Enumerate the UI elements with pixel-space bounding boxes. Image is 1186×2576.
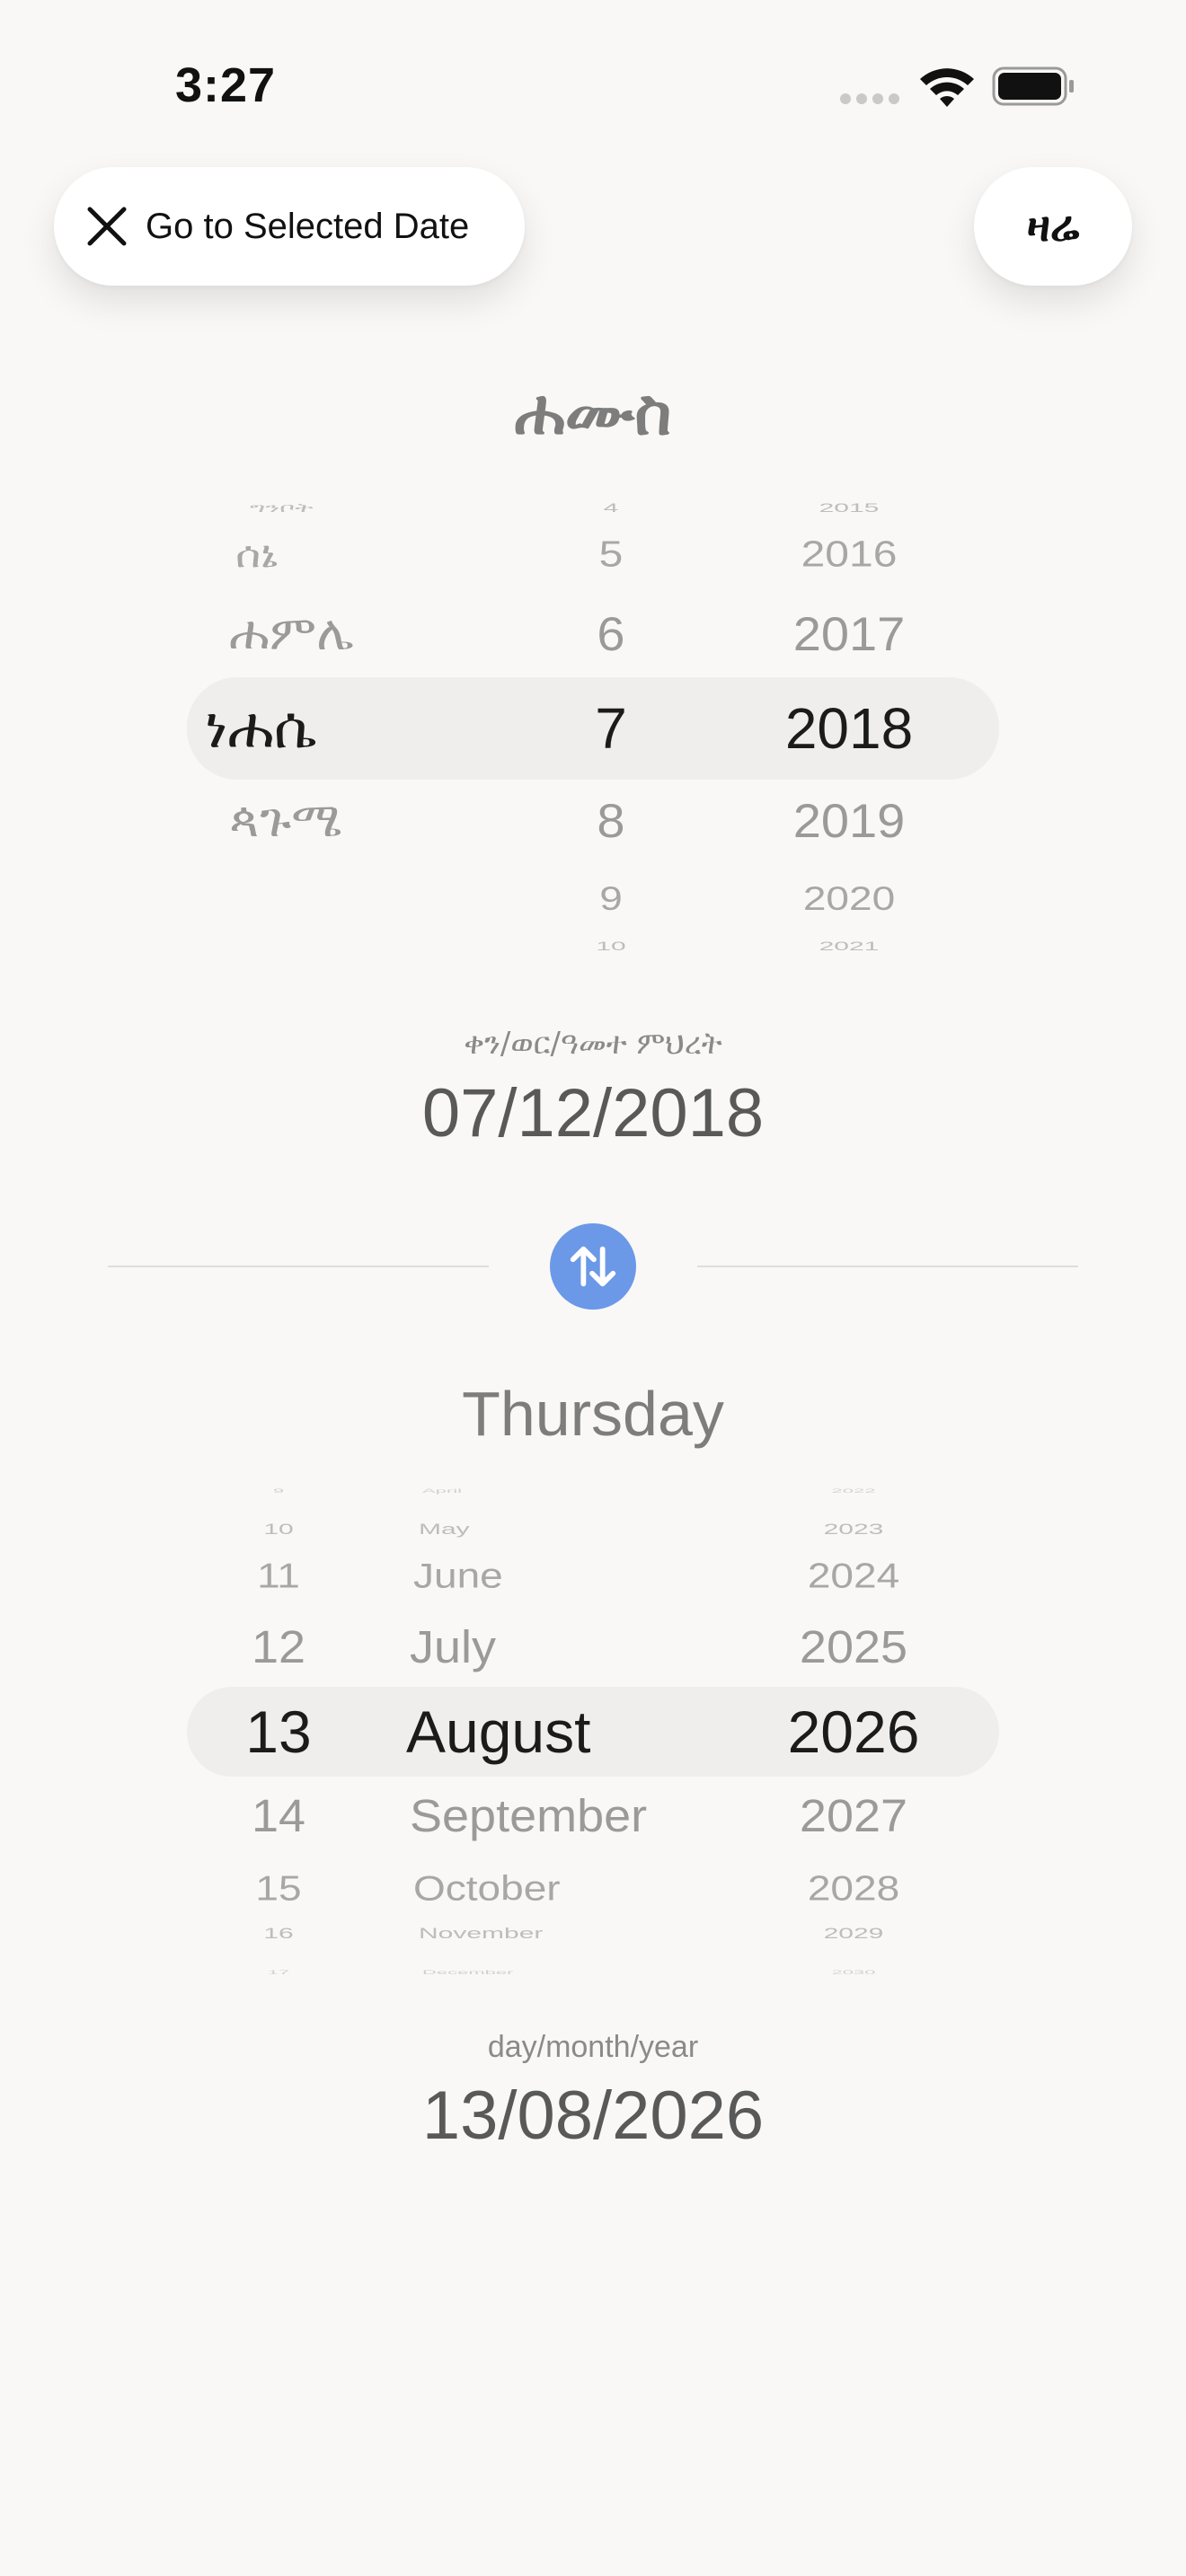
gregorian-year-option[interactable]: 2024 [808, 1557, 899, 1592]
swap-calendars-button[interactable] [550, 1223, 636, 1310]
swap-vertical-icon [570, 1246, 616, 1287]
ethiopian-format-label: ቀን/ወር/ዓመተ ምህረት [464, 1026, 722, 1062]
go-to-selected-date-label: Go to Selected Date [146, 206, 470, 246]
gregorian-year-option[interactable]: 2029 [824, 1926, 884, 1942]
gregorian-year-option-selected[interactable]: 2026 [788, 1702, 920, 1761]
ethiopian-year-option[interactable]: 2016 [801, 536, 898, 574]
wifi-icon [920, 68, 974, 107]
ethiopian-year-option[interactable]: 2017 [793, 610, 906, 657]
gregorian-weekday: Thursday [462, 1379, 724, 1449]
ethiopian-year-option[interactable]: 2015 [819, 502, 880, 515]
cellular-signal-icon [840, 93, 901, 104]
ethiopian-date-picker[interactable]: ግንቦት ሰኔ ሐምሌ ነሐሴ ጳጉሜ 4 5 6 7 8 9 10 2015 … [0, 485, 1186, 961]
ethiopian-year-wheel[interactable]: 2015 2016 2017 2018 2019 2020 2021 [0, 485, 1186, 961]
ethiopian-year-option[interactable]: 2021 [819, 940, 880, 953]
ethiopian-year-option-selected[interactable]: 2018 [785, 700, 913, 757]
gregorian-year-option[interactable]: 2022 [832, 1488, 876, 1495]
divider-right [697, 1266, 1078, 1267]
today-button-label: ዛሬ [1026, 200, 1080, 251]
gregorian-format-label: day/month/year [487, 2030, 699, 2064]
status-time: 3:27 [175, 58, 277, 112]
gregorian-year-option[interactable]: 2027 [800, 1793, 907, 1839]
battery-icon [992, 66, 1074, 106]
gregorian-date-picker[interactable]: 9 10 11 12 13 14 15 16 17 April May June… [0, 1482, 1186, 1976]
ethiopian-date-value: 07/12/2018 [421, 1075, 765, 1151]
divider-left [108, 1266, 489, 1267]
go-to-selected-date-button[interactable]: Go to Selected Date [54, 167, 525, 286]
ethiopian-year-option[interactable]: 2019 [793, 797, 906, 844]
ethiopian-year-option[interactable]: 2020 [803, 882, 895, 915]
gregorian-year-wheel[interactable]: 2022 2023 2024 2025 2026 2027 2028 2029 … [0, 1482, 1186, 1976]
today-button[interactable]: ዛሬ [974, 167, 1132, 286]
gregorian-year-option[interactable]: 2025 [800, 1624, 907, 1670]
gregorian-year-option[interactable]: 2030 [832, 1970, 876, 1976]
gregorian-year-option[interactable]: 2023 [824, 1522, 884, 1538]
gregorian-date-value: 13/08/2026 [421, 2078, 765, 2154]
ethiopian-weekday: ሐሙስ [514, 375, 672, 449]
gregorian-year-option[interactable]: 2028 [808, 1870, 899, 1905]
close-icon [87, 207, 127, 246]
